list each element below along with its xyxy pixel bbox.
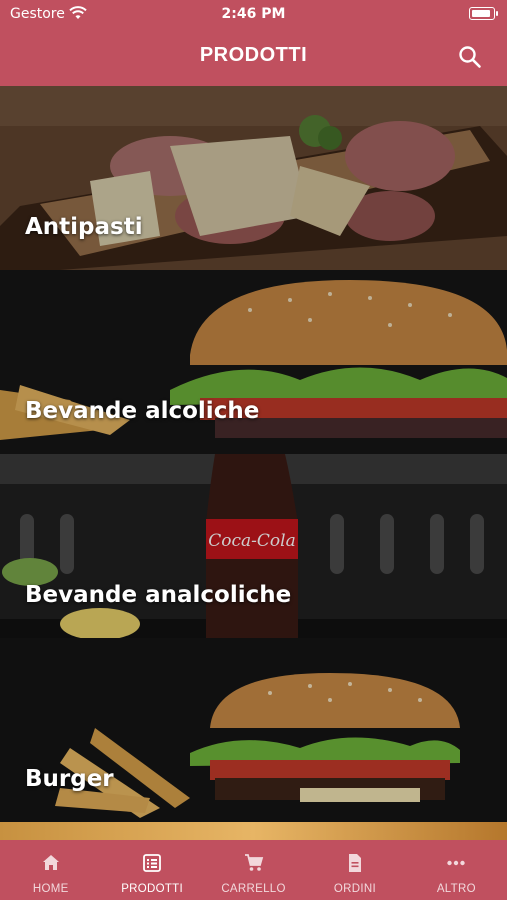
- tab-carrello[interactable]: CARRELLO: [203, 840, 304, 900]
- more-icon: [447, 860, 466, 866]
- tab-prodotti[interactable]: PRODOTTI: [101, 840, 202, 900]
- tab-ordini[interactable]: ORDINI: [304, 840, 405, 900]
- list-icon: [143, 854, 162, 872]
- category-list: Antipasti Bevande alcoliche Coca-Cola Be…: [0, 86, 507, 840]
- page-title: PRODOTTI: [199, 44, 308, 66]
- tab-bar: HOME PRODOTTI CARRELLO ORDINI ALTRO: [0, 840, 507, 900]
- category-label: Antipasti: [25, 214, 143, 240]
- category-label: Bevande analcoliche: [25, 582, 292, 608]
- search-icon[interactable]: [457, 44, 483, 70]
- tab-home[interactable]: HOME: [0, 840, 101, 900]
- tab-altro[interactable]: ALTRO: [406, 840, 507, 900]
- category-card-next[interactable]: [0, 822, 507, 840]
- tab-label: ORDINI: [333, 883, 376, 895]
- status-time: 2:46 PM: [221, 6, 286, 22]
- category-card-antipasti[interactable]: Antipasti: [0, 86, 507, 270]
- document-icon: [348, 854, 361, 872]
- top-bar: Gestore 2:46 PM PRODOTTI: [0, 0, 507, 86]
- category-label: Burger: [25, 766, 114, 792]
- tab-label: PRODOTTI: [121, 883, 184, 895]
- category-label: Bevande alcoliche: [25, 398, 260, 424]
- bevande-alcoliche-image: [0, 270, 507, 454]
- category-card-bevande-analcoliche[interactable]: Coca-Cola Bevande analcoliche: [0, 454, 507, 638]
- category-card-bevande-alcoliche[interactable]: Bevande alcoliche: [0, 270, 507, 454]
- antipasti-image: [0, 86, 507, 270]
- burger-image: [0, 638, 507, 822]
- tab-label: HOME: [32, 883, 69, 895]
- battery-icon: [469, 7, 498, 20]
- bevande-analcoliche-image: Coca-Cola: [0, 454, 507, 638]
- home-icon: [42, 855, 59, 870]
- category-card-burger[interactable]: Burger: [0, 638, 507, 822]
- cart-icon: [244, 854, 263, 871]
- status-bar: Gestore 2:46 PM: [0, 0, 507, 28]
- tab-label: CARRELLO: [221, 883, 286, 895]
- tab-label: ALTRO: [436, 883, 476, 895]
